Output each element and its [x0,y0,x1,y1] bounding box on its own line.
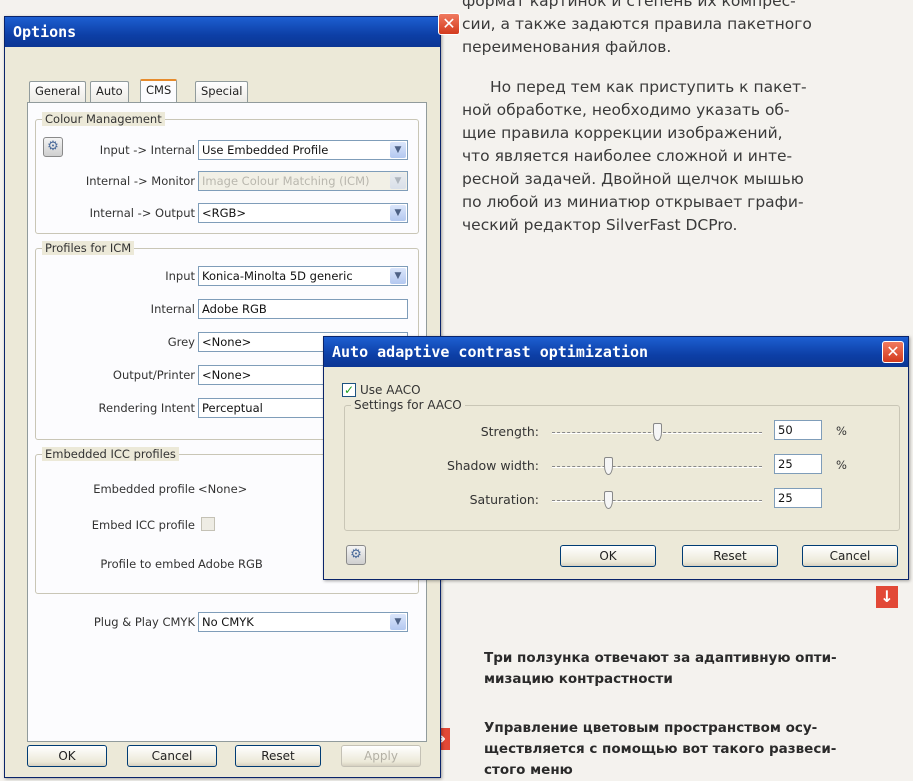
select-value: Adobe RGB [202,302,267,316]
tab-special[interactable]: Special [195,81,249,102]
aaco-window: Auto adaptive contrast optimization ✕ ✓ … [323,336,909,580]
profile-output-label: Output/Printer [112,368,195,382]
options-title: Options [13,23,77,41]
aaco-titlebar: Auto adaptive contrast optimization ✕ [324,337,908,367]
use-aaco-checkbox[interactable]: ✓ [342,383,356,397]
select-value: Konica-Minolta 5D generic [202,269,353,283]
chevron-down-icon: ▼ [390,268,406,284]
aaco-title: Auto adaptive contrast optimization [332,343,649,361]
caption-line: мизацию контрастности [484,671,673,687]
article-line: по любой из миниатюр открывает графи- [462,193,804,211]
shadow-width-label: Shadow width: [447,458,539,473]
select-value: <None> [202,335,252,349]
group-title: Settings for AACO [351,398,465,412]
chevron-down-icon: ▼ [390,614,406,630]
caption-line: Управление цветовым пространством осу- [484,720,818,736]
group-title: Embedded ICC profiles [42,447,179,461]
group-title: Profiles for ICM [42,241,135,255]
tab-general[interactable]: General [29,81,87,102]
embed-icc-label: Embed ICC profile [91,518,195,532]
profile-to-embed-label: Profile to embed [100,557,195,571]
shadow-width-slider-track[interactable] [552,466,762,468]
saturation-slider-thumb[interactable] [604,491,613,509]
select-value: Perceptual [202,401,263,415]
arrow-down-icon: ↓ [876,586,898,608]
caption-aaco: Три ползунка отвечают за адаптивную опти… [484,648,904,690]
profile-internal-label: Internal [150,302,195,316]
gear-icon[interactable]: ⚙ [346,545,366,565]
chevron-down-icon: ▼ [390,173,406,189]
select-value: <None> [202,368,252,382]
saturation-input[interactable]: 25 [774,488,822,508]
caption-line: стого меню [484,762,573,778]
strength-slider-thumb[interactable] [653,423,662,441]
strength-input[interactable]: 50 [774,420,822,440]
plug-play-cmyk-select[interactable]: No CMYK ▼ [198,612,408,632]
reset-button[interactable]: Reset [235,745,321,767]
apply-button[interactable]: Apply [341,745,421,767]
internal-output-select[interactable]: <RGB> ▼ [198,203,408,223]
shadow-width-input[interactable]: 25 [774,454,822,474]
close-icon[interactable]: ✕ [438,13,460,35]
tab-auto[interactable]: Auto [90,81,129,102]
embedded-profile-value: <None> [198,482,248,496]
rendering-intent-label: Rendering Intent [98,401,195,415]
article-line: Но перед тем как приступить к пакет- [490,78,807,96]
article-line: сии, а также задаются правила пакетного [462,15,812,33]
internal-monitor-label: Internal -> Monitor [85,174,195,188]
cancel-button[interactable]: Cancel [127,745,217,767]
article-line: ной обработке, необходимо указать об- [462,101,790,119]
select-value: No CMYK [202,615,254,629]
article-line: щие правила коррекции изображений, [462,124,783,142]
strength-unit: % [836,424,847,438]
aaco-ok-button[interactable]: OK [560,545,656,567]
profile-grey-label: Grey [167,335,195,349]
chevron-down-icon: ▼ [390,205,406,221]
embed-icc-checkbox[interactable] [201,517,215,531]
shadow-width-slider-thumb[interactable] [604,457,613,475]
close-icon[interactable]: ✕ [882,341,904,363]
internal-output-label: Internal -> Output [89,206,195,220]
shadow-width-unit: % [836,458,847,472]
caption-line: Три ползунка отвечают за адаптивную опти… [484,650,837,666]
caption-line: ществляется с помощью вот такого развеси… [484,741,837,757]
select-value: <RGB> [202,206,247,220]
ok-button[interactable]: OK [27,745,107,767]
strength-label: Strength: [480,424,539,439]
aaco-cancel-button[interactable]: Cancel [802,545,898,567]
select-value: Use Embedded Profile [202,143,329,157]
saturation-slider-track[interactable] [552,500,762,502]
select-value: Image Colour Matching (ICM) [202,174,370,188]
embedded-profile-label: Embedded profile [93,482,195,496]
saturation-label: Saturation: [469,492,539,507]
article-line: формат картинок и степень их компрес- [462,0,796,10]
group-title: Colour Management [42,112,165,126]
profile-internal-select[interactable]: Adobe RGB [198,299,408,319]
tab-cms[interactable]: CMS [140,79,178,103]
input-internal-select[interactable]: Use Embedded Profile ▼ [198,140,408,160]
article-line: ресной задачей. Двойной щелчок мышью [462,170,804,188]
article-para-1: формат картинок и степень их компрес- си… [462,0,907,59]
aaco-reset-button[interactable]: Reset [682,545,778,567]
gear-icon[interactable]: ⚙ [43,137,63,157]
caption-cms: Управление цветовым пространством осу- щ… [484,718,904,781]
profile-to-embed-value: Adobe RGB [198,557,263,571]
plug-play-cmyk-label: Plug & Play CMYK [93,615,195,629]
article-para-2: Но перед тем как приступить к пакет- ной… [462,76,907,237]
profile-input-select[interactable]: Konica-Minolta 5D generic ▼ [198,266,408,286]
input-internal-label: Input -> Internal [99,143,195,157]
article-line: ческий редактор SilverFast DCPro. [462,216,738,234]
chevron-down-icon: ▼ [390,142,406,158]
profile-input-label: Input [165,269,195,283]
use-aaco-label: Use AACO [360,383,421,397]
article-line: переименования файлов. [462,38,672,56]
article-line: что является наиболее сложной и инте- [462,147,793,165]
options-titlebar: Options ✕ [5,13,460,47]
internal-monitor-select[interactable]: Image Colour Matching (ICM) ▼ [198,171,408,191]
